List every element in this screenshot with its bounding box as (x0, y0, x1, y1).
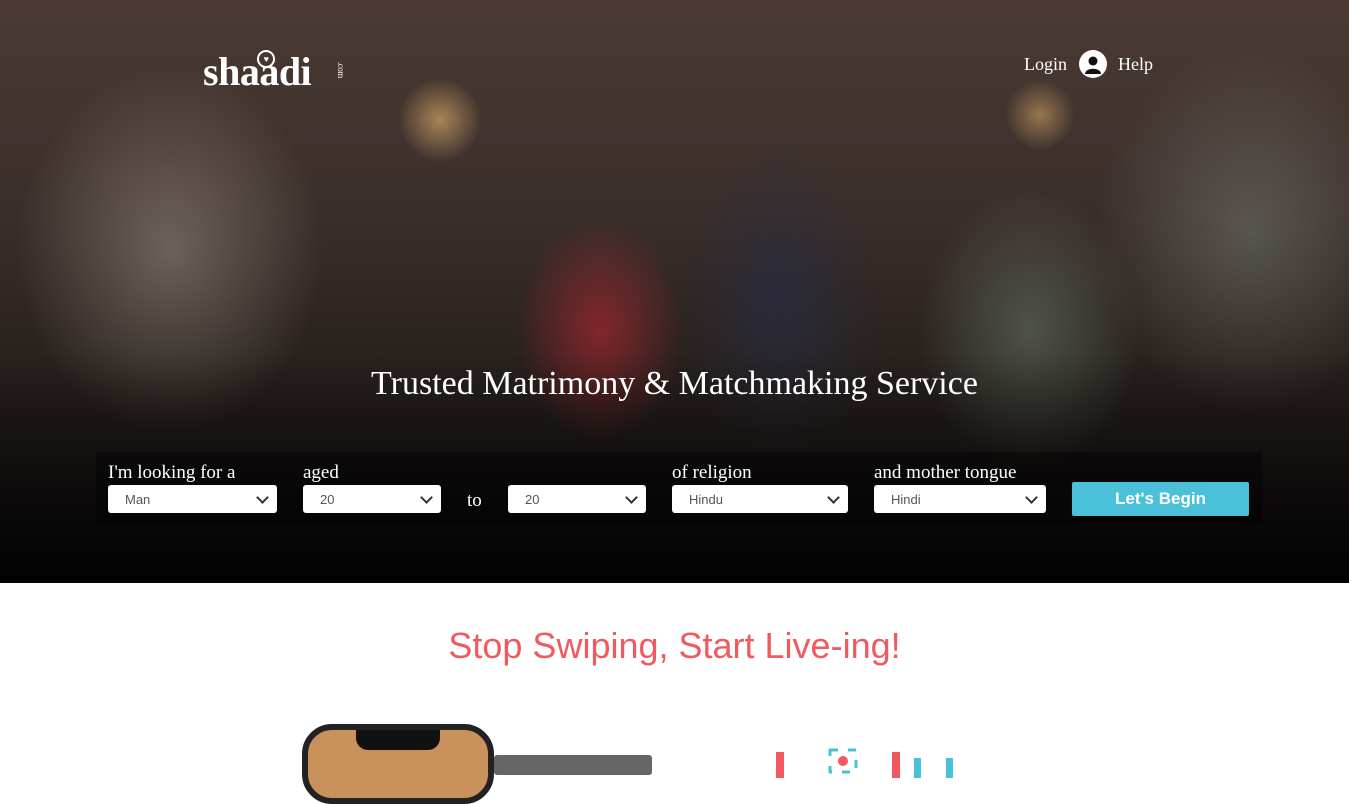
aged-label: aged (303, 462, 339, 483)
age-from-select[interactable]: 20 (303, 485, 441, 513)
mother-tongue-field: and mother tongue Hindi (874, 462, 1046, 513)
live-logo-bar-3 (914, 758, 921, 778)
top-nav: Login Help (1024, 50, 1153, 78)
promo-headline: Stop Swiping, Start Live-ing! (448, 625, 901, 666)
age-from-field: aged 20 (303, 462, 441, 513)
phone-image (302, 724, 494, 804)
looking-for-select[interactable]: Man (108, 485, 277, 513)
age-to-select[interactable]: 20 (508, 485, 646, 513)
live-logo-dot (838, 756, 848, 766)
age-from-value: 20 (320, 491, 335, 507)
user-silhouette-icon (1085, 56, 1101, 74)
mother-tongue-label: and mother tongue (874, 462, 1017, 483)
live-logo-bar-4 (946, 758, 953, 778)
login-link[interactable]: Login (1024, 54, 1067, 75)
age-to-value: 20 (525, 491, 540, 507)
religion-select[interactable]: Hindu (672, 485, 848, 513)
heart-icon: ♥ (257, 50, 275, 68)
shaadi-logo[interactable]: shaadi ♥ .com (203, 50, 346, 92)
chevron-down-icon (1025, 490, 1038, 504)
chevron-down-icon (256, 490, 269, 504)
user-avatar-icon[interactable] (1079, 50, 1107, 78)
looking-for-value: Man (125, 491, 151, 507)
mother-tongue-value: Hindi (891, 491, 921, 507)
chevron-down-icon (420, 490, 433, 504)
partner-search-form: I'm looking for a Man aged 20 to 20 of r… (96, 452, 1262, 524)
chevron-down-icon (827, 490, 840, 504)
live-logo-bar-2 (892, 752, 900, 778)
mother-tongue-select[interactable]: Hindi (874, 485, 1046, 513)
religion-value: Hindu (689, 491, 723, 507)
looking-for-label: I'm looking for a (108, 462, 236, 483)
lets-begin-button[interactable]: Let's Begin (1072, 482, 1249, 516)
live-logo-bar-1 (776, 752, 784, 778)
looking-for-field: I'm looking for a Man (108, 462, 277, 513)
religion-label: of religion (672, 462, 752, 483)
help-link[interactable]: Help (1118, 54, 1153, 75)
logo-suffix: .com (336, 62, 346, 78)
age-to-spacer (508, 462, 646, 484)
shaadi-live-logo-icon (776, 748, 953, 778)
age-to-field: 20 (508, 462, 646, 513)
to-label: to (467, 490, 482, 511)
tablet-image (494, 755, 652, 775)
chevron-down-icon (625, 490, 638, 504)
hero-tagline: Trusted Matrimony & Matchmaking Service (371, 365, 978, 402)
phone-notch (356, 730, 440, 750)
religion-field: of religion Hindu (672, 462, 848, 513)
hero-banner: shaadi ♥ .com Login Help Trusted Matrimo… (0, 0, 1349, 583)
